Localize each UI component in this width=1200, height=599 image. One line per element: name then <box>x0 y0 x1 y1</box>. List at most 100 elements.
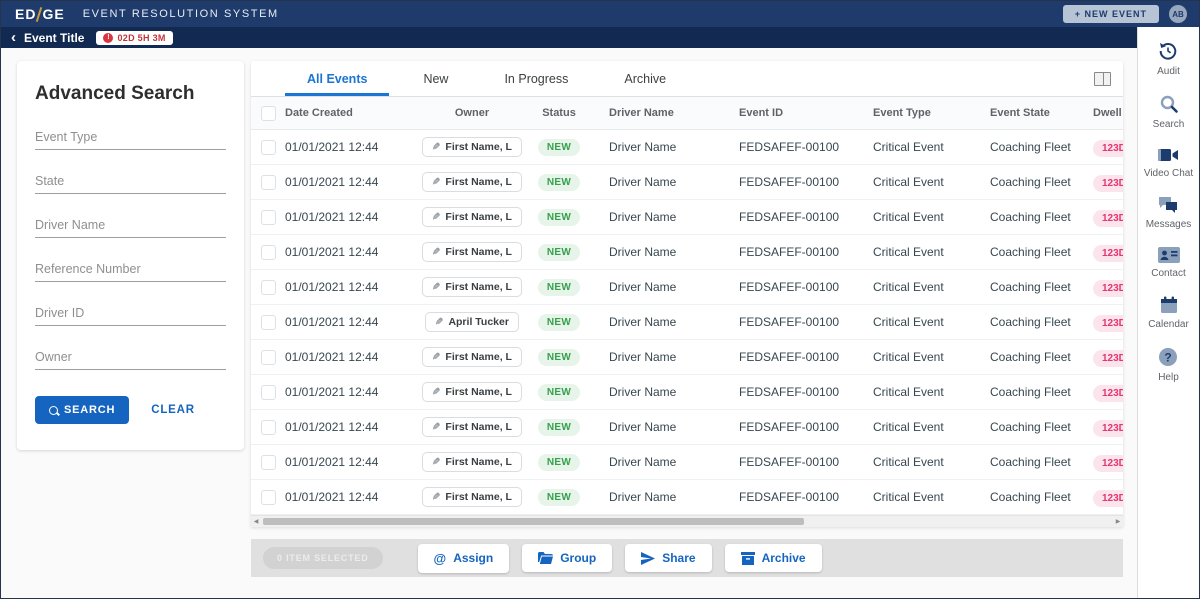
owner-chip[interactable]: ✎ First Name, L <box>422 382 522 402</box>
cell-event-state: Coaching Fleet <box>986 140 1081 154</box>
table-row[interactable]: 01/01/2021 12:44 ✎ First Name, L NEW Dri… <box>251 270 1123 305</box>
owner-field[interactable] <box>35 347 226 370</box>
group-button[interactable]: Group <box>522 544 612 572</box>
sidebar-item-audit[interactable]: Audit <box>1157 41 1180 77</box>
archive-button[interactable]: Archive <box>725 544 822 572</box>
sidebar-item-video-chat[interactable]: Video Chat <box>1144 147 1193 179</box>
scroll-right-arrow-icon[interactable]: ▶ <box>1113 518 1123 525</box>
table-row[interactable]: 01/01/2021 12:44 ✎ First Name, L NEW Dri… <box>251 130 1123 165</box>
sidebar-item-messages[interactable]: Messages <box>1146 196 1192 230</box>
table-row[interactable]: 01/01/2021 12:44 ✎ First Name, L NEW Dri… <box>251 375 1123 410</box>
sidebar-label: Audit <box>1157 66 1180 77</box>
table-row[interactable]: 01/01/2021 12:44 ✎ April Tucker NEW Driv… <box>251 305 1123 340</box>
row-checkbox[interactable] <box>261 490 276 505</box>
dwell-time-badge: 123D 5H <box>1093 315 1123 332</box>
edit-pencil-icon: ✎ <box>432 422 440 433</box>
row-checkbox[interactable] <box>261 175 276 190</box>
assign-button[interactable]: @ Assign <box>418 544 510 573</box>
owner-chip[interactable]: ✎ First Name, L <box>422 417 522 437</box>
column-header-owner[interactable]: Owner <box>417 107 527 119</box>
clear-button[interactable]: CLEAR <box>151 404 195 416</box>
sidebar-item-calendar[interactable]: Calendar <box>1148 296 1189 330</box>
owner-chip[interactable]: ✎ First Name, L <box>422 172 522 192</box>
cell-event-type: Critical Event <box>861 140 986 154</box>
cell-date-created: 01/01/2021 12:44 <box>285 140 417 154</box>
driver-id-field[interactable] <box>35 303 226 326</box>
owner-chip[interactable]: ✎ First Name, L <box>422 277 522 297</box>
owner-chip[interactable]: ✎ First Name, L <box>422 347 522 367</box>
owner-chip[interactable]: ✎ April Tucker <box>425 312 519 332</box>
row-checkbox[interactable] <box>261 140 276 155</box>
column-header-dwell-time[interactable]: Dwell Time <box>1081 107 1123 119</box>
cell-date-created: 01/01/2021 12:44 <box>285 420 417 434</box>
cell-date-created: 01/01/2021 12:44 <box>285 315 417 329</box>
column-header-event-type[interactable]: Event Type <box>861 107 986 119</box>
sidebar-item-contact[interactable]: Contact <box>1151 247 1185 279</box>
row-checkbox[interactable] <box>261 350 276 365</box>
cell-driver-name: Driver Name <box>591 280 721 294</box>
owner-chip[interactable]: ✎ First Name, L <box>422 452 522 472</box>
table-row[interactable]: 01/01/2021 12:44 ✎ First Name, L NEW Dri… <box>251 340 1123 375</box>
cell-event-type: Critical Event <box>861 315 986 329</box>
column-header-event-state[interactable]: Event State <box>986 107 1081 119</box>
edit-pencil-icon: ✎ <box>432 352 440 363</box>
state-field[interactable] <box>35 171 226 194</box>
row-checkbox[interactable] <box>261 420 276 435</box>
cell-event-state: Coaching Fleet <box>986 210 1081 224</box>
driver-name-field[interactable] <box>35 215 226 238</box>
dwell-time-badge: 123D 5H <box>1093 175 1123 192</box>
column-settings-icon[interactable] <box>1094 72 1111 86</box>
table-row[interactable]: 01/01/2021 12:44 ✎ First Name, L NEW Dri… <box>251 480 1123 515</box>
event-type-field[interactable] <box>35 127 226 150</box>
new-event-button[interactable]: + NEW EVENT <box>1063 5 1159 23</box>
tab-all-events[interactable]: All Events <box>279 61 395 96</box>
horizontal-scrollbar[interactable]: ◀ ▶ <box>251 515 1123 527</box>
edge-logo: ED GE <box>15 6 65 22</box>
cell-event-state: Coaching Fleet <box>986 245 1081 259</box>
tab-new[interactable]: New <box>395 61 476 96</box>
table-row[interactable]: 01/01/2021 12:44 ✎ First Name, L NEW Dri… <box>251 235 1123 270</box>
sidebar-item-help[interactable]: ? Help <box>1158 347 1179 383</box>
logo-text-left: ED <box>15 6 36 22</box>
owner-name: First Name, L <box>445 246 512 258</box>
owner-chip[interactable]: ✎ First Name, L <box>422 207 522 227</box>
sidebar-label: Help <box>1158 372 1179 383</box>
cell-date-created: 01/01/2021 12:44 <box>285 280 417 294</box>
row-checkbox[interactable] <box>261 210 276 225</box>
owner-name: First Name, L <box>445 421 512 433</box>
status-badge: NEW <box>538 244 580 261</box>
user-avatar[interactable]: AB <box>1169 5 1187 23</box>
scroll-left-arrow-icon[interactable]: ◀ <box>251 518 261 525</box>
search-button[interactable]: SEARCH <box>35 396 129 424</box>
row-checkbox[interactable] <box>261 455 276 470</box>
owner-chip[interactable]: ✎ First Name, L <box>422 137 522 157</box>
column-header-status[interactable]: Status <box>527 107 591 119</box>
select-all-checkbox[interactable] <box>261 106 276 121</box>
table-row[interactable]: 01/01/2021 12:44 ✎ First Name, L NEW Dri… <box>251 410 1123 445</box>
row-checkbox[interactable] <box>261 245 276 260</box>
archive-button-label: Archive <box>762 551 806 565</box>
row-checkbox[interactable] <box>261 280 276 295</box>
column-header-date-created[interactable]: Date Created <box>285 107 417 119</box>
logo-text-right: GE <box>42 6 64 22</box>
column-header-driver-name[interactable]: Driver Name <box>591 107 721 119</box>
tab-archive[interactable]: Archive <box>596 61 694 96</box>
back-chevron-icon[interactable]: ‹ <box>11 30 16 45</box>
row-checkbox[interactable] <box>261 315 276 330</box>
cell-driver-name: Driver Name <box>591 455 721 469</box>
table-row[interactable]: 01/01/2021 12:44 ✎ First Name, L NEW Dri… <box>251 445 1123 480</box>
owner-chip[interactable]: ✎ First Name, L <box>422 242 522 262</box>
dwell-time-badge: 123D 5H <box>1093 210 1123 227</box>
share-button[interactable]: Share <box>625 544 711 572</box>
table-row[interactable]: 01/01/2021 12:44 ✎ First Name, L NEW Dri… <box>251 200 1123 235</box>
table-row[interactable]: 01/01/2021 12:44 ✎ First Name, L NEW Dri… <box>251 165 1123 200</box>
reference-number-field[interactable] <box>35 259 226 282</box>
tab-in-progress[interactable]: In Progress <box>476 61 596 96</box>
row-checkbox[interactable] <box>261 385 276 400</box>
scrollbar-thumb[interactable] <box>263 518 804 525</box>
sidebar-item-search[interactable]: Search <box>1153 94 1185 130</box>
column-header-event-id[interactable]: Event ID <box>721 107 861 119</box>
dwell-time-badge: 123D 5H <box>1093 350 1123 367</box>
owner-chip[interactable]: ✎ First Name, L <box>422 487 522 507</box>
owner-name: April Tucker <box>448 316 509 328</box>
